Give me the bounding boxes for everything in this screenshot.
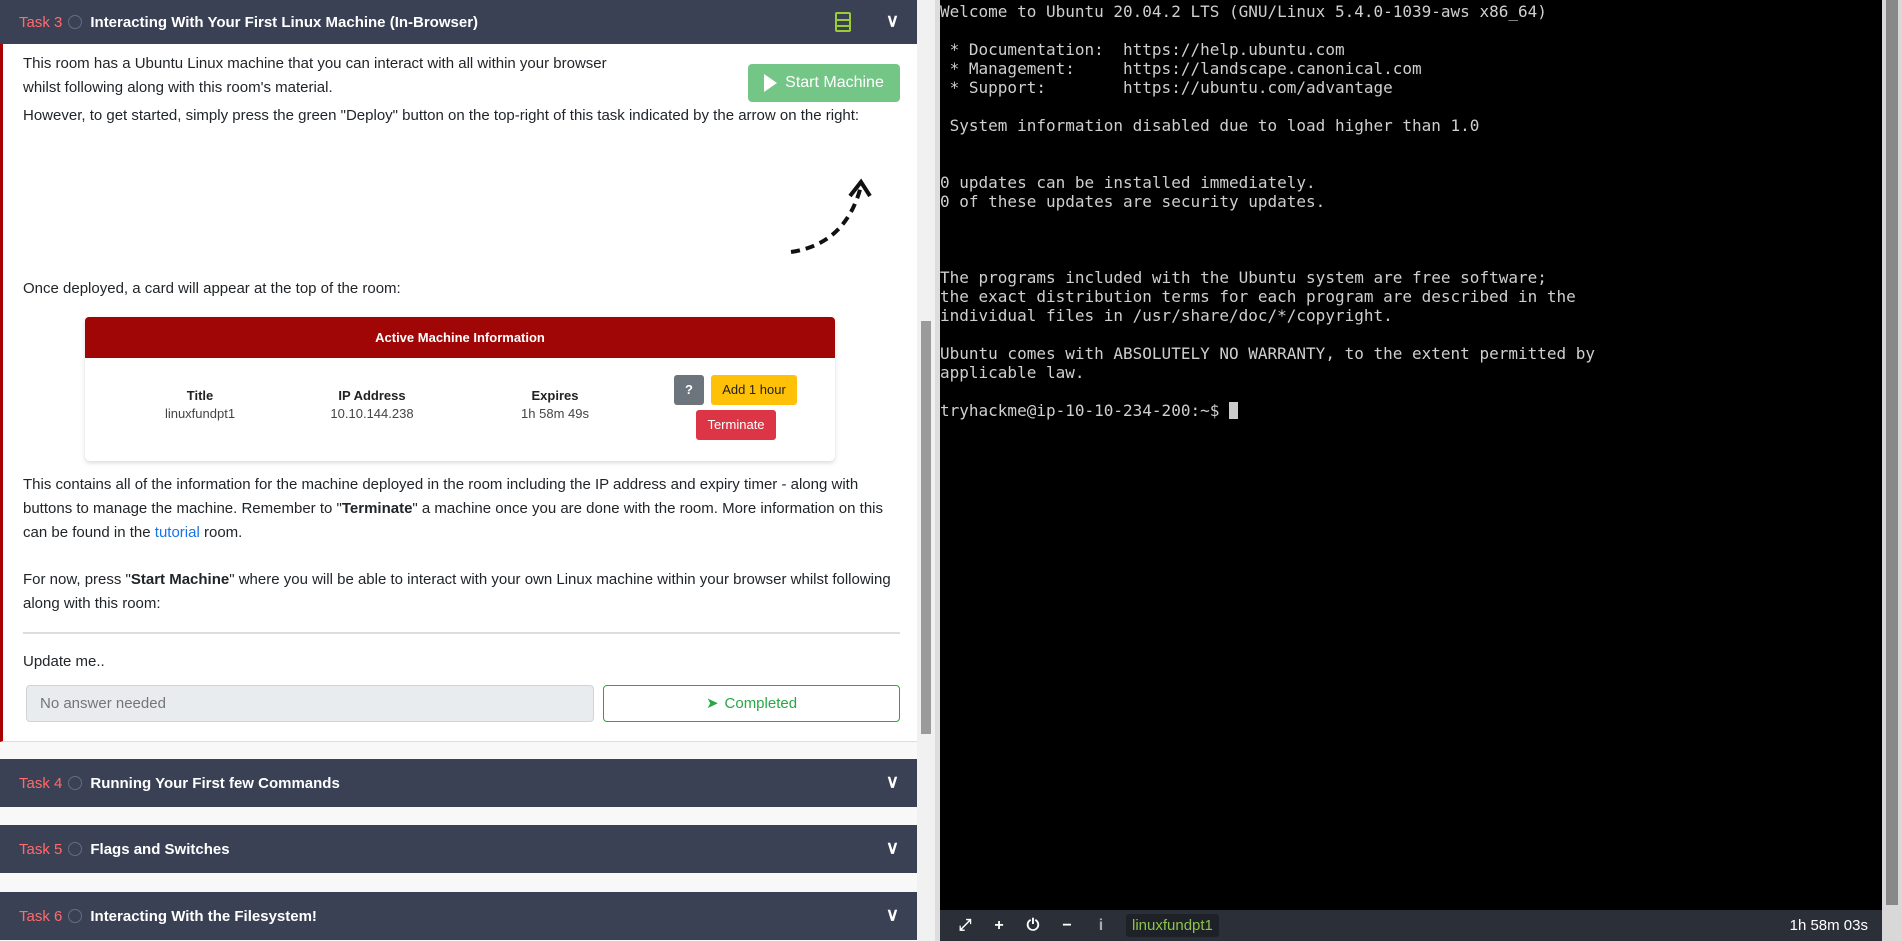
info-icon[interactable]: i [1092, 917, 1110, 935]
terminal-toolbar: ⤢ + ⏻ − i linuxfundpt1 1h 58m 03s [940, 910, 1882, 941]
divider [23, 632, 900, 634]
machine-name-badge: linuxfundpt1 [1126, 914, 1219, 937]
intro-paragraph: This room has a Ubuntu Linux machine tha… [23, 55, 607, 96]
expires-label: Expires [531, 388, 579, 403]
text: room. [199, 524, 243, 541]
task-6-header[interactable]: Task 6 Interacting With the Filesystem! ∨ [0, 892, 917, 940]
expires-value: 1h 58m 49s [521, 406, 589, 421]
task-panel: Task 3 Interacting With Your First Linux… [0, 0, 917, 941]
task-title: Interacting With the Filesystem! [90, 907, 317, 925]
left-scrollbar[interactable] [917, 0, 935, 941]
ip-label: IP Address [338, 388, 406, 403]
chevron-down-icon[interactable]: ∨ [886, 10, 899, 31]
task-3-content: This room has a Ubuntu Linux machine tha… [0, 44, 917, 742]
server-icon[interactable] [835, 12, 851, 32]
title-label: Title [186, 388, 214, 403]
terminal-line: 0 updates can be installed immediately. [940, 173, 1316, 192]
terminal-line: System information disabled due to load … [940, 116, 1480, 135]
terminal-scrollbar[interactable] [1882, 0, 1902, 941]
bold-text: Start Machine [130, 571, 230, 588]
chevron-down-icon[interactable]: ∨ [886, 904, 899, 925]
terminal-line: The programs included with the Ubuntu sy… [940, 268, 1547, 287]
paper-plane-icon: ➤ [705, 694, 719, 712]
answer-input[interactable] [26, 685, 594, 722]
terminal-line: * Documentation: https://help.ubuntu.com [940, 40, 1345, 59]
tutorial-link[interactable]: tutorial [155, 524, 200, 541]
incomplete-circle-icon [68, 909, 83, 923]
terminal-line: individual files in /usr/share/doc/*/cop… [940, 306, 1393, 325]
ip-value: 10.10.144.238 [330, 406, 414, 421]
task-5-header[interactable]: Task 5 Flags and Switches ∨ [0, 825, 917, 873]
terminal-line: Welcome to Ubuntu 20.04.2 LTS (GNU/Linux… [940, 2, 1547, 21]
terminal-cursor [1228, 402, 1238, 419]
terminate-button[interactable]: Terminate [696, 410, 776, 440]
terminal[interactable]: Welcome to Ubuntu 20.04.2 LTS (GNU/Linux… [940, 0, 1882, 910]
expires-column: Expires 1h 58m 49s [475, 387, 635, 423]
deploy-paragraph: However, to get started, simply press th… [23, 107, 860, 124]
task-number: Task 6 [19, 907, 63, 925]
help-button[interactable]: ? [674, 375, 704, 405]
task-4-header[interactable]: Task 4 Running Your First few Commands ∨ [0, 759, 917, 807]
terminal-line: * Support: https://ubuntu.com/advantage [940, 78, 1393, 97]
terminal-prompt: tryhackme@ip-10-10-234-200:~$ [940, 401, 1229, 420]
task-number: Task 4 [19, 774, 63, 792]
scrollbar-thumb[interactable] [921, 321, 931, 734]
completed-label: Completed [724, 694, 798, 712]
incomplete-circle-icon [68, 842, 83, 856]
minus-icon[interactable]: − [1058, 917, 1076, 935]
machine-info-card: Active Machine Information Title linuxfun… [85, 317, 835, 461]
task-title: Flags and Switches [90, 840, 230, 858]
start-machine-button[interactable]: Start Machine [748, 64, 900, 102]
terminal-line: 0 of these updates are security updates. [940, 192, 1326, 211]
task-title: Running Your First few Commands [90, 774, 340, 792]
terminal-line: * Management: https://landscape.canonica… [940, 59, 1422, 78]
terminal-line: the exact distribution terms for each pr… [940, 287, 1576, 306]
question-label: Update me.. [23, 653, 105, 670]
incomplete-circle-icon [68, 15, 83, 29]
play-icon [764, 74, 778, 92]
terminal-output: Welcome to Ubuntu 20.04.2 LTS (GNU/Linux… [940, 2, 1882, 401]
ip-column: IP Address 10.10.144.238 [292, 387, 452, 423]
dashed-arrow-icon [790, 178, 872, 254]
start-machine-label: Start Machine [785, 74, 884, 91]
deployed-paragraph: Once deployed, a card will appear at the… [23, 280, 401, 297]
chevron-down-icon[interactable]: ∨ [886, 837, 899, 858]
task-title: Interacting With Your First Linux Machin… [90, 13, 479, 31]
start-paragraph: For now, press "Start Machine" where you… [23, 568, 893, 616]
bold-text: Terminate [341, 500, 413, 517]
power-icon[interactable]: ⏻ [1024, 917, 1042, 935]
incomplete-circle-icon [68, 776, 83, 790]
title-value: linuxfundpt1 [164, 406, 236, 421]
terminal-line: Ubuntu comes with ABSOLUTELY NO WARRANTY… [940, 344, 1596, 363]
title-column: Title linuxfundpt1 [120, 387, 280, 423]
add-hour-button[interactable]: Add 1 hour [711, 375, 797, 405]
chevron-down-icon[interactable]: ∨ [886, 771, 899, 792]
text: For now, press " [23, 571, 131, 588]
task-number: Task 5 [19, 840, 63, 858]
task-3-header[interactable]: Task 3 Interacting With Your First Linux… [0, 0, 917, 44]
task-number: Task 3 [19, 13, 63, 31]
fullscreen-icon[interactable]: ⤢ [956, 917, 974, 935]
machine-timer: 1h 58m 03s [1789, 917, 1868, 934]
info-paragraph: This contains all of the information for… [23, 473, 893, 545]
completed-button[interactable]: ➤ Completed [603, 685, 900, 722]
scrollbar-thumb[interactable] [1886, 0, 1898, 905]
plus-icon[interactable]: + [990, 917, 1008, 935]
terminal-line: applicable law. [940, 363, 1085, 382]
card-header: Active Machine Information [85, 317, 835, 358]
